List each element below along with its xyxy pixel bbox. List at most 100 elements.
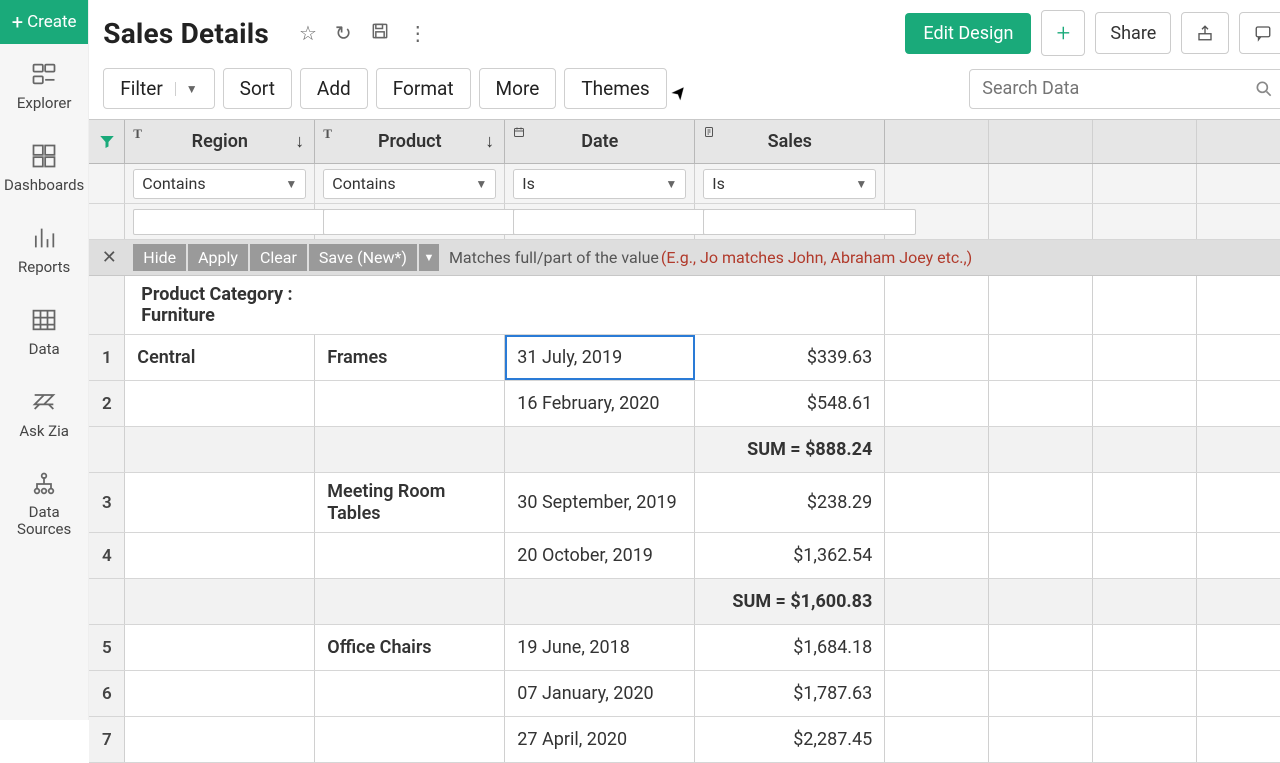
rail-datasources[interactable]: Data Sources: [0, 454, 88, 553]
row-number[interactable]: 6: [89, 671, 125, 716]
cell-date[interactable]: 31 July, 2019: [505, 335, 695, 380]
cell-blank[interactable]: [989, 533, 1093, 578]
cell-sales[interactable]: $339.63: [695, 335, 885, 380]
cell-product[interactable]: Frames: [315, 335, 505, 380]
search-data-input[interactable]: [969, 69, 1280, 109]
col-header-sales[interactable]: Sales: [695, 120, 885, 163]
filter-op-region[interactable]: Contains▼: [133, 169, 306, 199]
cell-blank[interactable]: [989, 625, 1093, 670]
cell-blank[interactable]: [885, 717, 989, 762]
cell-sales[interactable]: $238.29: [695, 473, 885, 532]
star-icon[interactable]: ☆: [299, 21, 317, 45]
cell-blank[interactable]: [1093, 533, 1197, 578]
cell-date[interactable]: 30 September, 2019: [505, 473, 695, 532]
refresh-icon[interactable]: ↻: [335, 21, 352, 45]
cell-blank[interactable]: [989, 427, 1093, 472]
cell-region[interactable]: [125, 533, 315, 578]
save-filter-dropdown[interactable]: ▼: [419, 244, 439, 271]
cell-product[interactable]: Office Chairs: [315, 625, 505, 670]
cell-blank[interactable]: [1197, 335, 1280, 380]
kebab-menu-icon[interactable]: ⋮: [408, 21, 428, 45]
cell-sales[interactable]: SUM = $1,600.83: [695, 579, 885, 624]
cell-blank[interactable]: [885, 625, 989, 670]
cell-product[interactable]: [315, 717, 505, 762]
cell-region[interactable]: [125, 473, 315, 532]
cell-blank[interactable]: [1093, 381, 1197, 426]
cell-product[interactable]: Meeting Room Tables: [315, 473, 505, 532]
rail-explorer[interactable]: Explorer: [0, 44, 88, 126]
cell-product[interactable]: [315, 427, 505, 472]
cell-region[interactable]: [125, 717, 315, 762]
row-number[interactable]: [89, 427, 125, 472]
cell-region[interactable]: [125, 427, 315, 472]
col-header-date[interactable]: Date: [505, 120, 695, 163]
rail-askzia[interactable]: Ask Zia: [0, 372, 88, 454]
format-button[interactable]: Format: [376, 68, 471, 109]
cell-blank[interactable]: [989, 473, 1093, 532]
cell-blank[interactable]: [1093, 473, 1197, 532]
row-number[interactable]: 5: [89, 625, 125, 670]
cell-blank[interactable]: [1197, 427, 1280, 472]
cell-sales[interactable]: $1,684.18: [695, 625, 885, 670]
cell-blank[interactable]: [1093, 671, 1197, 716]
filter-funnel-icon[interactable]: [89, 120, 125, 163]
cell-sales[interactable]: $1,787.63: [695, 671, 885, 716]
cell-blank[interactable]: [1093, 579, 1197, 624]
cell-product[interactable]: [315, 533, 505, 578]
share-button[interactable]: Share: [1095, 12, 1171, 54]
cell-date[interactable]: 27 April, 2020: [505, 717, 695, 762]
filter-op-sales[interactable]: Is▼: [703, 169, 876, 199]
more-button[interactable]: More: [479, 68, 557, 109]
cell-date[interactable]: 19 June, 2018: [505, 625, 695, 670]
clear-filter-button[interactable]: Clear: [250, 244, 307, 271]
cell-date[interactable]: 16 February, 2020: [505, 381, 695, 426]
apply-filter-button[interactable]: Apply: [188, 244, 248, 271]
cell-blank[interactable]: [1093, 717, 1197, 762]
hide-filter-button[interactable]: Hide: [133, 244, 186, 271]
cell-blank[interactable]: [989, 717, 1093, 762]
search-field[interactable]: [982, 78, 1254, 99]
add-button[interactable]: Add: [300, 68, 368, 109]
filter-op-product[interactable]: Contains▼: [323, 169, 496, 199]
comments-icon[interactable]: [1239, 12, 1280, 54]
save-icon[interactable]: [370, 21, 390, 46]
cell-product[interactable]: [315, 381, 505, 426]
rail-reports[interactable]: Reports: [0, 208, 88, 290]
cell-blank[interactable]: [1197, 717, 1280, 762]
cell-blank[interactable]: [1197, 625, 1280, 670]
cell-blank[interactable]: [1197, 473, 1280, 532]
rail-dashboards[interactable]: Dashboards: [0, 126, 88, 208]
cell-date[interactable]: 20 October, 2019: [505, 533, 695, 578]
cell-blank[interactable]: [1093, 625, 1197, 670]
col-header-product[interactable]: T Product ↓: [315, 120, 505, 163]
filter-button[interactable]: Filter ▼: [103, 68, 214, 109]
export-icon[interactable]: [1181, 12, 1229, 54]
row-number[interactable]: 3: [89, 473, 125, 532]
edit-design-button[interactable]: Edit Design: [905, 13, 1031, 54]
filter-op-date[interactable]: Is▼: [513, 169, 686, 199]
row-number[interactable]: [89, 579, 125, 624]
cell-sales[interactable]: $1,362.54: [695, 533, 885, 578]
cell-region[interactable]: [125, 671, 315, 716]
cell-blank[interactable]: [1197, 671, 1280, 716]
cell-blank[interactable]: [885, 473, 989, 532]
cell-date[interactable]: [505, 579, 695, 624]
cell-region[interactable]: [125, 381, 315, 426]
cell-sales[interactable]: SUM = $888.24: [695, 427, 885, 472]
cell-blank[interactable]: [1197, 381, 1280, 426]
row-number[interactable]: 4: [89, 533, 125, 578]
cell-product[interactable]: [315, 671, 505, 716]
cell-blank[interactable]: [885, 671, 989, 716]
col-header-region[interactable]: T Region ↓: [125, 120, 315, 163]
save-filter-button[interactable]: Save (New*): [309, 244, 417, 271]
cell-blank[interactable]: [989, 335, 1093, 380]
cell-sales[interactable]: $2,287.45: [695, 717, 885, 762]
cell-sales[interactable]: $548.61: [695, 381, 885, 426]
cell-region[interactable]: Central: [125, 335, 315, 380]
row-number[interactable]: 2: [89, 381, 125, 426]
cell-blank[interactable]: [1093, 335, 1197, 380]
cell-region[interactable]: [125, 625, 315, 670]
cell-blank[interactable]: [885, 579, 989, 624]
cell-blank[interactable]: [1197, 533, 1280, 578]
cell-blank[interactable]: [989, 671, 1093, 716]
